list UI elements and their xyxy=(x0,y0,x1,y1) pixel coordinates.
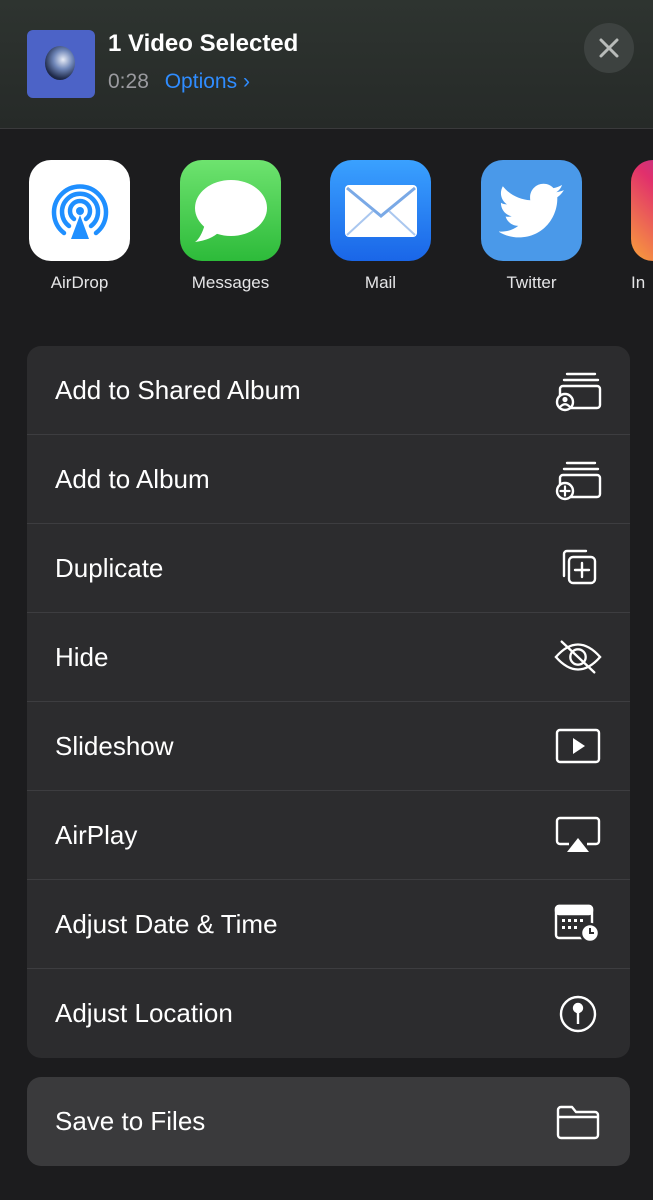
add-album-icon xyxy=(553,457,603,501)
action-label: Slideshow xyxy=(55,730,174,761)
options-link[interactable]: Options › xyxy=(165,70,250,93)
video-thumbnail xyxy=(27,30,95,98)
action-slideshow[interactable]: Slideshow xyxy=(27,702,630,791)
chevron-right-icon: › xyxy=(242,70,250,93)
close-button[interactable] xyxy=(584,23,634,73)
action-add-to-shared-album[interactable]: Add to Shared Album xyxy=(27,346,630,435)
thumbnail-image xyxy=(45,46,75,80)
shared-album-icon xyxy=(553,368,603,412)
app-label: AirDrop xyxy=(50,273,109,292)
duplicate-icon xyxy=(553,546,603,590)
folder-icon xyxy=(553,1100,603,1144)
action-save-to-files[interactable]: Save to Files xyxy=(27,1077,630,1166)
app-label: Messages xyxy=(191,273,270,292)
action-adjust-location[interactable]: Adjust Location xyxy=(27,969,630,1058)
video-duration: 0:28 xyxy=(108,70,149,93)
action-adjust-date-time[interactable]: Adjust Date & Time xyxy=(27,880,630,969)
action-label: Save to Files xyxy=(55,1106,206,1136)
action-hide[interactable]: Hide xyxy=(27,613,630,702)
airdrop-icon xyxy=(29,160,130,261)
app-mail[interactable]: Mail xyxy=(330,160,431,293)
app-twitter[interactable]: Twitter xyxy=(481,160,582,293)
action-add-to-album[interactable]: Add to Album xyxy=(27,435,630,524)
app-label: Twitter xyxy=(506,273,557,292)
selection-subtitle: 0:28 Options › xyxy=(108,70,250,94)
app-messages[interactable]: Messages xyxy=(180,160,281,293)
app-label: Mail xyxy=(364,273,397,292)
options-label: Options xyxy=(164,70,238,93)
action-airplay[interactable]: AirPlay xyxy=(27,791,630,880)
app-airdrop[interactable]: AirDrop xyxy=(29,160,130,293)
action-label: Add to Album xyxy=(55,463,210,494)
action-label: Hide xyxy=(55,641,109,672)
twitter-icon xyxy=(481,160,582,261)
action-label: Adjust Location xyxy=(55,998,233,1028)
mail-icon xyxy=(330,160,431,261)
share-sheet-header: 1 Video Selected 0:28 Options › xyxy=(0,0,653,129)
action-duplicate[interactable]: Duplicate xyxy=(27,524,630,613)
airplay-icon xyxy=(553,813,603,857)
action-label: AirPlay xyxy=(55,819,138,850)
action-label: Duplicate xyxy=(55,552,164,583)
calendar-clock-icon xyxy=(553,902,603,946)
app-instagram[interactable]: In xyxy=(631,160,653,293)
action-label: Adjust Date & Time xyxy=(55,908,278,939)
close-icon xyxy=(599,38,619,58)
instagram-icon xyxy=(631,160,653,261)
messages-icon xyxy=(180,160,281,261)
location-pin-icon xyxy=(553,992,603,1036)
action-label: Add to Shared Album xyxy=(55,374,301,405)
play-icon xyxy=(553,724,603,768)
app-label: In xyxy=(631,273,646,292)
selection-title: 1 Video Selected xyxy=(108,30,299,57)
actions-list: Add to Shared Album Add to Album Duplica… xyxy=(27,346,630,1058)
secondary-actions-list: Save to Files xyxy=(27,1077,630,1166)
eye-slash-icon xyxy=(553,635,603,679)
app-share-row: AirDrop Messages Mail Twitter In xyxy=(0,160,653,310)
